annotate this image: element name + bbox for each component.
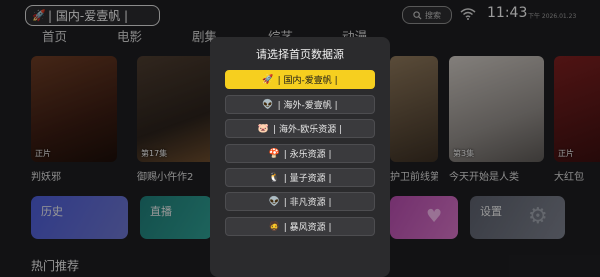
source-option-liangzi[interactable]: 🐧 | 量子资源 | [225,168,375,187]
source-option-label: | 国内-爱壹帆 | [277,76,338,86]
source-option-domestic-aiyifan[interactable]: 🚀 | 国内-爱壹帆 | [225,70,375,89]
source-option-overseas-aiyifan[interactable]: 👽 | 海外-爱壹帆 | [225,95,375,114]
source-option-label: | 海外-欧乐资源 | [273,125,343,135]
person-icon: 🧔 [268,221,280,232]
source-option-label: | 量子资源 | [283,174,332,184]
source-option-label: | 永乐资源 | [283,150,332,160]
source-option-overseas-oule[interactable]: 🐷 | 海外-欧乐资源 | [225,119,375,138]
alien-icon: 👽 [262,99,274,110]
source-picker-dialog: 请选择首页数据源 🚀 | 国内-爱壹帆 | 👽 | 海外-爱壹帆 | 🐷 | 海… [210,37,390,277]
dialog-title: 请选择首页数据源 [256,48,344,61]
source-option-label: | 海外-爱壹帆 | [277,101,338,111]
penguin-icon: 🐧 [268,172,280,183]
mushroom-icon: 🍄 [268,148,280,159]
alien-icon: 👽 [268,196,280,207]
source-option-label: | 非凡资源 | [283,198,332,208]
source-option-baofeng[interactable]: 🧔 | 暴风资源 | [225,217,375,236]
source-option-feifan[interactable]: 👽 | 非凡资源 | [225,192,375,211]
source-option-yongle[interactable]: 🍄 | 永乐资源 | [225,144,375,163]
source-option-label: | 暴风资源 | [283,223,332,233]
pig-icon: 🐷 [257,123,270,134]
rocket-icon: 🚀 [262,74,274,85]
